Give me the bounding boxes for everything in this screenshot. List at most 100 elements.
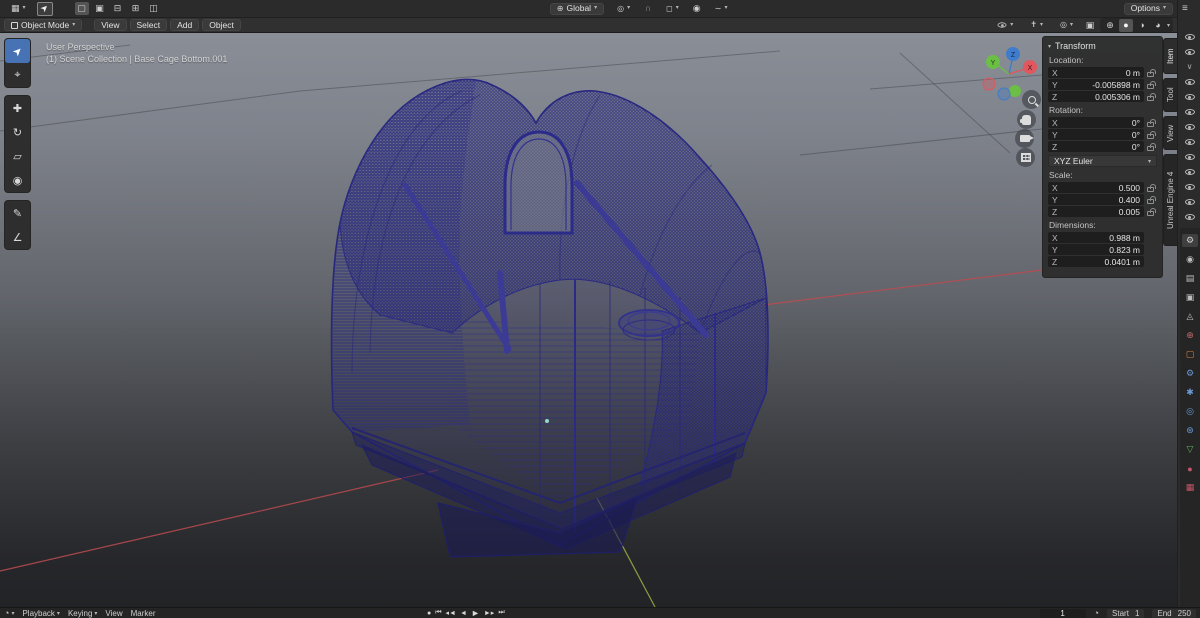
toggle-xray-button[interactable]: ▣ [1083, 19, 1097, 32]
properties-tab-world[interactable]: ⊕ [1182, 329, 1198, 342]
menu-view[interactable]: View [94, 19, 127, 31]
menu-add[interactable]: Add [170, 19, 200, 31]
eye-icon[interactable] [1184, 124, 1195, 130]
properties-tab-object-data[interactable]: ▽ [1182, 443, 1198, 456]
zoom-view-button[interactable] [1022, 90, 1041, 109]
select-mode-intersect-button[interactable]: ◫ [147, 2, 161, 15]
scale-y-lock[interactable] [1144, 195, 1157, 204]
properties-tab-particles[interactable]: ✱ [1182, 386, 1198, 399]
scale-z-lock[interactable] [1144, 207, 1157, 216]
3d-viewport[interactable]: User Perspective (1) Scene Collection | … [0, 33, 1177, 607]
proportional-editing-button[interactable]: ◉ [690, 2, 704, 15]
properties-tab-material[interactable]: ● [1182, 462, 1198, 475]
proportional-falloff-dropdown[interactable]: ∼ ▾ [708, 3, 735, 15]
location-y-lock[interactable] [1144, 80, 1157, 89]
play-reverse-button[interactable]: ◄ [460, 610, 467, 617]
show-overlays-dropdown[interactable]: ◎ ▾ [1053, 19, 1080, 31]
snap-with-dropdown[interactable]: ◻ ▾ [659, 3, 686, 15]
properties-tab-physics[interactable]: ◎ [1182, 405, 1198, 418]
location-x-field[interactable]: X 0 m [1048, 67, 1144, 78]
tool-measure[interactable]: ∠ [5, 225, 30, 249]
shading-rendered-button[interactable]: ◕ [1151, 19, 1165, 32]
record-button[interactable]: ● [427, 610, 431, 617]
tool-select-box[interactable]: ➤ [5, 39, 30, 63]
eye-icon[interactable] [1184, 154, 1195, 160]
sidebar-tab-tool[interactable]: Tool [1163, 78, 1177, 112]
tool-scale[interactable]: ▱ [5, 144, 30, 168]
current-frame-field[interactable]: 1 [1039, 608, 1086, 618]
sync-clock-icon[interactable]: ◔ [1094, 608, 1099, 618]
transform-orientation-dropdown[interactable]: ⊕ Global ▾ [549, 2, 605, 15]
timeline-menu-playback[interactable]: Playback ▾ [22, 609, 59, 618]
tool-rotate[interactable]: ↻ [5, 120, 30, 144]
eye-icon[interactable] [1184, 34, 1195, 40]
show-gizmo-dropdown[interactable]: ✝ ▾ [1023, 19, 1050, 31]
jump-to-end-button[interactable]: ⏭ [498, 609, 504, 617]
rotation-z-lock[interactable] [1144, 142, 1157, 151]
location-z-lock[interactable] [1144, 92, 1157, 101]
location-z-field[interactable]: Z 0.005306 m [1048, 91, 1144, 102]
tool-transform[interactable]: ◉ [5, 168, 30, 192]
rotation-mode-dropdown[interactable]: XYZ Euler ▾ [1048, 155, 1157, 167]
rotation-x-lock[interactable] [1144, 118, 1157, 127]
gizmo-neg-y-axis[interactable] [1009, 85, 1021, 97]
rotation-y-field[interactable]: Y 0° [1048, 129, 1144, 140]
eye-icon[interactable] [1184, 94, 1195, 100]
shading-solid-button[interactable]: ● [1118, 18, 1133, 32]
scale-z-field[interactable]: Z 0.005 [1048, 206, 1144, 217]
timeline-editor-selector[interactable]: ◔ ▾ [4, 608, 14, 618]
mode-selector-dropdown[interactable]: Object Mode ▾ [4, 19, 83, 31]
timeline-menu-view[interactable]: View [105, 609, 122, 618]
timeline-menu-marker[interactable]: Marker [131, 609, 156, 618]
shading-material-button[interactable]: ◑ [1135, 19, 1149, 32]
scale-y-field[interactable]: Y 0.400 [1048, 194, 1144, 205]
scale-x-lock[interactable] [1144, 183, 1157, 192]
pivot-point-dropdown[interactable]: ◎ ▾ [610, 3, 637, 15]
properties-tab-modifiers[interactable]: ⚙ [1182, 367, 1198, 380]
play-button[interactable]: ► [471, 608, 480, 618]
birdcage-wireframe-model[interactable] [330, 78, 769, 558]
sidebar-tab-unreal-engine-4[interactable]: Unreal Engine 4 [1163, 154, 1177, 246]
toggle-orthographic-button[interactable] [1016, 148, 1035, 167]
tool-move[interactable]: ✚ [5, 96, 30, 120]
eye-icon[interactable] [1184, 139, 1195, 145]
gizmo-neg-x-axis[interactable] [982, 77, 996, 91]
snap-toggle-button[interactable]: ∩ [641, 2, 655, 15]
properties-tab-render[interactable]: ◉ [1182, 253, 1198, 266]
rotation-z-field[interactable]: Z 0° [1048, 141, 1144, 152]
properties-tab-texture[interactable]: ▦ [1182, 481, 1198, 494]
eye-icon[interactable] [1184, 49, 1195, 55]
eye-icon[interactable] [1184, 214, 1195, 220]
sidebar-tab-view[interactable]: View [1163, 116, 1177, 150]
next-keyframe-button[interactable]: ►▸ [484, 609, 494, 617]
eye-icon[interactable] [1184, 184, 1195, 190]
chevron-collapsed-icon[interactable]: ∨ [1187, 63, 1193, 71]
properties-tab-constraints[interactable]: ⊛ [1182, 424, 1198, 437]
dimensions-y-field[interactable]: Y 0.823 m [1048, 244, 1144, 255]
previous-keyframe-button[interactable]: ◂◄ [446, 609, 456, 617]
eye-icon[interactable] [1184, 109, 1195, 115]
jump-to-start-button[interactable]: ⏮ [435, 609, 441, 617]
properties-tab-scene[interactable]: ◬ [1182, 310, 1198, 323]
camera-view-button[interactable] [1015, 129, 1034, 148]
menu-object[interactable]: Object [202, 19, 241, 31]
eye-icon[interactable] [1184, 79, 1195, 85]
show-object-types-dropdown[interactable]: ▾ [990, 19, 1020, 31]
dimensions-z-field[interactable]: Z 0.0401 m [1048, 256, 1144, 267]
properties-tab-object[interactable]: ▢ [1182, 348, 1198, 361]
eye-icon[interactable] [1184, 199, 1195, 205]
rotation-x-field[interactable]: X 0° [1048, 117, 1144, 128]
outliner-editor-icon[interactable]: ≡ [1182, 3, 1188, 14]
editor-type-selector[interactable]: ▦ ▾ [4, 3, 33, 15]
pan-view-button[interactable] [1017, 110, 1036, 129]
location-y-field[interactable]: Y -0.005898 m [1048, 79, 1144, 90]
shading-wireframe-button[interactable]: ⊕ [1103, 19, 1117, 32]
dimensions-x-field[interactable]: X 0.988 m [1048, 232, 1144, 243]
active-tool-button[interactable]: ➤ [36, 1, 53, 16]
select-mode-new-button[interactable]: ▢ [74, 2, 89, 15]
options-dropdown[interactable]: Options ▾ [1123, 2, 1174, 15]
select-mode-invert-button[interactable]: ⊞ [129, 2, 143, 15]
properties-tab-view-layer[interactable]: ▣ [1182, 291, 1198, 304]
properties-tab-output[interactable]: ▤ [1182, 272, 1198, 285]
select-mode-extend-button[interactable]: ▣ [93, 2, 107, 15]
